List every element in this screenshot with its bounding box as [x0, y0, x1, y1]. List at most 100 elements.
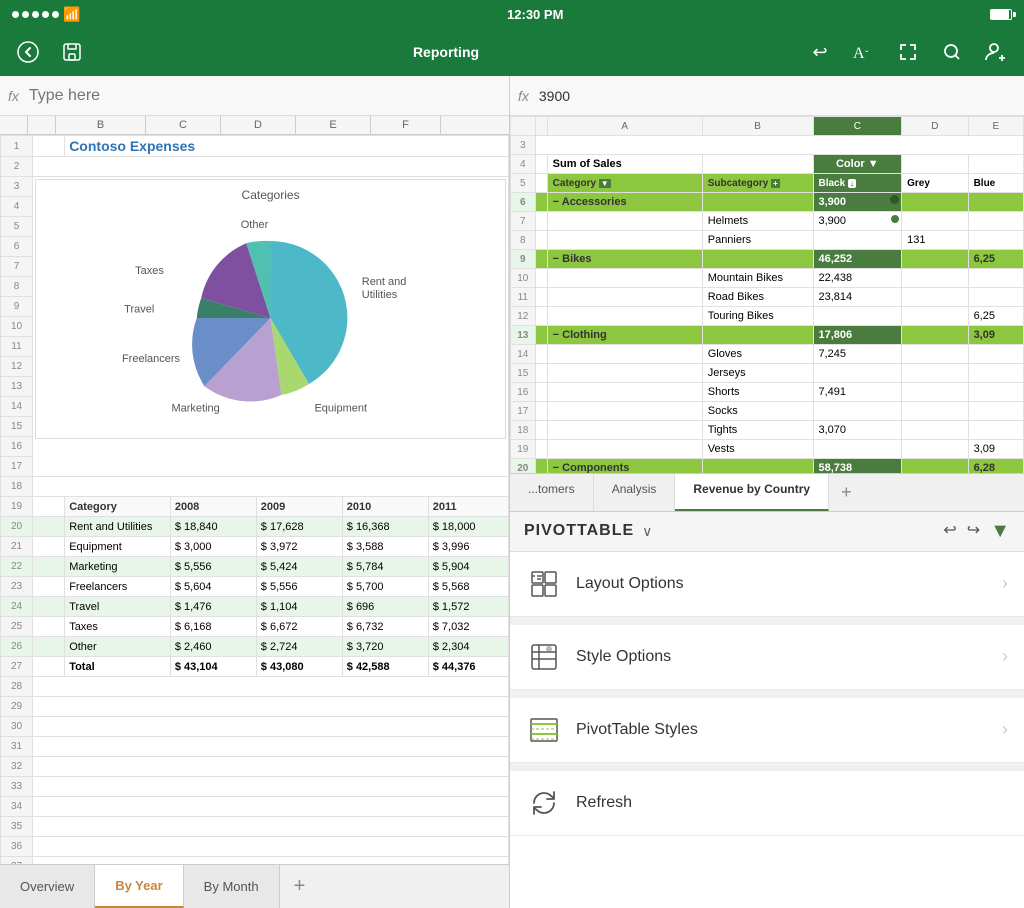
wifi-icon: 📶	[63, 6, 80, 23]
table-row: 20 Rent and Utilities $ 18,840 $ 17,628 …	[1, 517, 509, 537]
formula-input[interactable]	[29, 87, 501, 105]
signal-dots	[12, 11, 59, 18]
save-button[interactable]	[54, 34, 90, 70]
right-formula-bar: fx 3900	[510, 76, 1024, 116]
pivot-row-20: 20 − Components 58,738 6,28	[511, 459, 1024, 473]
option-separator-3	[510, 763, 1024, 771]
spreadsheet-title: Contoso Expenses	[65, 136, 509, 157]
tab-overview[interactable]: Overview	[0, 865, 95, 908]
sheet-tabs: Overview By Year By Month +	[0, 864, 509, 908]
option-separator-1	[510, 617, 1024, 625]
table-row: 24 Travel $ 1,476 $ 1,104 $ 696 $ 1,572	[1, 597, 509, 617]
pivot-dropdown-button[interactable]: ▼	[990, 520, 1010, 543]
pivottable-section-header: PIVOTTABLE ∨ ↩ ↪ ▼	[510, 512, 1024, 552]
pivot-row-14: 14 Gloves 7,245	[511, 345, 1024, 364]
col-header-d: D	[221, 116, 296, 134]
table-row: 34	[1, 797, 509, 817]
pivot-row-15: 15 Jerseys	[511, 364, 1024, 383]
style-options-icon	[526, 639, 562, 675]
pivottable-styles-row[interactable]: PivotTable Styles ›	[510, 698, 1024, 763]
svg-text:Freelancers: Freelancers	[122, 353, 181, 365]
table-row-chart: 3 Categories	[1, 177, 509, 197]
pie-chart-svg: Rent and Utilities Equipment Marketing F…	[44, 208, 497, 428]
pivot-sheet-tabs: ...tomers Analysis Revenue by Country +	[510, 473, 1024, 512]
expand-button[interactable]	[890, 34, 926, 70]
toolbar-doc-title: Reporting	[98, 44, 794, 60]
status-bar: 📶 12:30 PM	[0, 0, 1024, 28]
tab-by-year[interactable]: By Year	[95, 865, 183, 908]
pivot-row-8: 8 Panniers 131	[511, 231, 1024, 250]
svg-text:Utilities: Utilities	[362, 289, 398, 301]
pivot-row-19: 19 Vests 3,09	[511, 440, 1024, 459]
formula-bar: fx	[0, 76, 509, 116]
spreadsheet-grid: 1 Contoso Expenses 2 3 Categories	[0, 135, 509, 864]
pivot-row-11: 11 Road Bikes 23,814	[511, 288, 1024, 307]
left-panel: fx B C D E F	[0, 76, 510, 908]
spreadsheet-table: 1 Contoso Expenses 2 3 Categories	[0, 135, 509, 864]
layout-options-chevron-icon: ›	[1002, 573, 1008, 594]
svg-text:Marketing: Marketing	[172, 403, 220, 415]
svg-text:A: A	[853, 45, 865, 62]
refresh-row[interactable]: Refresh	[510, 771, 1024, 836]
pivottable-styles-chevron-icon: ›	[1002, 719, 1008, 740]
status-center: 12:30 PM	[507, 7, 563, 22]
back-button[interactable]	[10, 34, 46, 70]
right-panel: fx 3900 A	[510, 76, 1024, 908]
categories-chart: Categories	[35, 179, 506, 439]
col-header-b: B	[56, 116, 146, 134]
layout-options-row[interactable]: Layout Options ›	[510, 552, 1024, 617]
layout-options-label: Layout Options	[576, 575, 1002, 593]
pivot-row-12: 12 Touring Bikes 6,25	[511, 307, 1024, 326]
pivot-row-17: 17 Socks	[511, 402, 1024, 421]
table-row: 26 Other $ 2,460 $ 2,724 $ 3,720 $ 2,304	[1, 637, 509, 657]
pivot-row-13: 13 − Clothing 17,806 3,09	[511, 326, 1024, 345]
table-row: 32	[1, 757, 509, 777]
pivottable-styles-label: PivotTable Styles	[576, 721, 1002, 739]
pivot-col-header-row: A B C D E	[511, 117, 1024, 136]
chart-title: Categories	[44, 188, 497, 202]
user-button[interactable]	[978, 34, 1014, 70]
style-options-label: Style Options	[576, 648, 1002, 666]
pivot-row-18: 18 Tights 3,070	[511, 421, 1024, 440]
tab-by-month[interactable]: By Month	[184, 865, 280, 908]
table-row: 33	[1, 777, 509, 797]
table-row: 28	[1, 677, 509, 697]
table-row: 30	[1, 717, 509, 737]
tab-add-button[interactable]: +	[280, 865, 320, 908]
svg-text:Equipment: Equipment	[315, 403, 368, 415]
col-header-e: E	[296, 116, 371, 134]
pivot-tab-analysis[interactable]: Analysis	[594, 474, 676, 511]
pivot-row-3: 3	[511, 136, 1024, 155]
search-button[interactable]	[934, 34, 970, 70]
pivot-redo-button[interactable]: ↪	[967, 520, 980, 543]
pivot-nav-buttons: ↩ ↪ ▼	[943, 520, 1010, 543]
pivot-options-list: Layout Options › Style Options ›	[510, 552, 1024, 908]
pivot-tab-revenue[interactable]: Revenue by Country	[675, 474, 829, 511]
right-formula-value: 3900	[539, 88, 570, 104]
pivottable-chevron-icon[interactable]: ∨	[642, 523, 652, 540]
pivot-row-6: 6 − Accessories 3,900	[511, 193, 1024, 212]
toolbar: Type here Reporting ↩ A ˇ	[0, 28, 1024, 76]
refresh-icon	[526, 785, 562, 821]
pivot-tab-add-button[interactable]: +	[829, 474, 864, 511]
fx-label: fx	[8, 88, 19, 104]
pivot-row-4: 4 Sum of Sales Color ▼	[511, 155, 1024, 174]
style-options-row[interactable]: Style Options ›	[510, 625, 1024, 690]
table-row-total: 27 Total $ 43,104 $ 43,080 $ 42,588 $ 44…	[1, 657, 509, 677]
col-header-f: F	[371, 116, 441, 134]
pivot-undo-button[interactable]: ↩	[943, 520, 956, 543]
pivottable-title: PIVOTTABLE	[524, 522, 634, 540]
refresh-label: Refresh	[576, 794, 1008, 812]
svg-text:Rent and: Rent and	[362, 276, 407, 288]
battery-icon	[990, 9, 1012, 20]
table-row: 25 Taxes $ 6,168 $ 6,672 $ 6,732 $ 7,032	[1, 617, 509, 637]
table-row: 23 Freelancers $ 5,604 $ 5,556 $ 5,700 $…	[1, 577, 509, 597]
format-button[interactable]: A ˇ	[846, 34, 882, 70]
col-header-c: C	[146, 116, 221, 134]
undo-button[interactable]: ↩	[802, 34, 838, 70]
pivot-row-10: 10 Mountain Bikes 22,438	[511, 269, 1024, 288]
table-row: 22 Marketing $ 5,556 $ 5,424 $ 5,784 $ 5…	[1, 557, 509, 577]
layout-options-icon	[526, 566, 562, 602]
pivot-tab-customers[interactable]: ...tomers	[510, 474, 594, 511]
table-row: 31	[1, 737, 509, 757]
